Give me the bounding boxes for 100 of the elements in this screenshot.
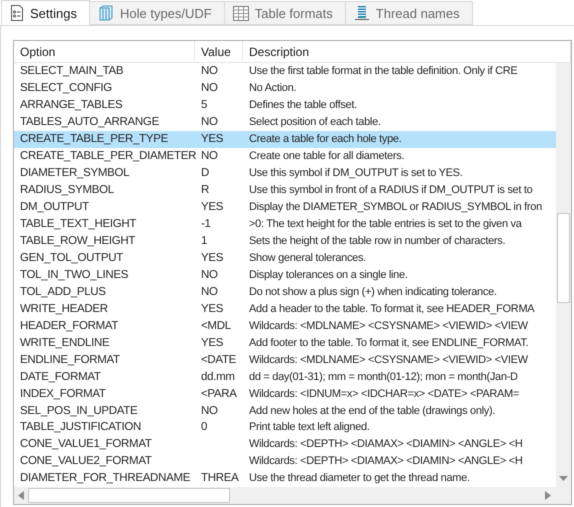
option-row[interactable]: GEN_TOL_OUTPUT YES Show general tolerances. [14, 249, 556, 266]
option-row[interactable]: DATE_FORMAT dd.mm dd = day(01-31); mm = month(01-12); mon = month(Jan-D [14, 368, 556, 386]
option-row[interactable]: TOL_ADD_PLUS NO Do not show a plus sign (+) when indicating tolerance. [14, 283, 556, 300]
document-list-icon [10, 5, 24, 21]
table-cell-text: 1 [200, 234, 208, 249]
table-cell-text: NO [200, 268, 219, 283]
table-cell-text: Select position of each table. [248, 115, 382, 130]
option-row[interactable]: INDEX_FORMAT <PARA Wildcards: <IDNUM=x> <IDCHAR=x> <DATE> <PARAM= [14, 385, 556, 402]
option-row[interactable]: TOL_IN_TWO_LINES NO Display tolerances on a single line. [14, 266, 556, 284]
tab[interactable]: Hole types/UDF [90, 1, 225, 25]
table-cell-text: Use the first table format in the table definition. Only if CRE [248, 64, 518, 80]
vertical-scrollbar[interactable] [556, 63, 571, 487]
table-cell-text: NO [200, 64, 219, 80]
table-cell-text: THREA [200, 471, 240, 486]
tab[interactable]: Thread names [346, 1, 473, 25]
option-row[interactable]: SELECT_MAIN_TAB NO Use the first table format in the table definition. Only if CRE [14, 63, 556, 80]
table-cell-text: ARRANGE_TABLES [19, 98, 124, 114]
table-cell-text: YES [200, 250, 224, 266]
table-cell-text: 5 [200, 98, 208, 114]
table-cell-text: YES [200, 132, 224, 148]
option-row[interactable]: ARRANGE_TABLES 5 Defines the table offset. [14, 96, 556, 114]
table-cell-text: Display the DIAMETER_SYMBOL or RADIUS_SYMBOL in fron [248, 200, 543, 216]
option-row[interactable]: ENDLINE_FORMAT <DATE Wildcards: <MDLNAME> <CSYSNAME> <VIEWID> <VIEW [14, 351, 556, 368]
option-row[interactable]: CREATE_TABLE_PER_DIAMETER NO Create one table for all diameters. [14, 148, 556, 165]
table-cell-text: -1 [200, 217, 212, 232]
tab[interactable]: Settings [1, 0, 90, 26]
table-cell-text: TABLES_AUTO_ARRANGE [19, 115, 160, 130]
table-cell-text: D [200, 166, 210, 182]
table-cell-text: Wildcards: <MDLNAME> <CSYSNAME> <VIEWID> <VIEW [248, 318, 529, 334]
option-row[interactable]: RADIUS_SYMBOL R Use this symbol in front of a RADIUS if DM_OUTPUT is set to [14, 182, 556, 199]
table-cell-text: Defines the table offset. [248, 98, 358, 114]
table-cell-text: Add a header to the table. To format it, see HEADER_FORMA [248, 302, 536, 317]
option-row[interactable]: HEADER_FORMAT <MDL Wildcards: <MDLNAME> <CSYSNAME> <VIEWID> <VIEW [14, 317, 556, 334]
table-cell-text: Use the thread diameter to get the thread name. [248, 471, 471, 486]
table-cell-text: Do not show a plus sign (+) when indicating tolerance. [248, 284, 498, 300]
table-cell-text: Add footer to the table. To format it, see ENDLINE_FORMAT. [248, 336, 530, 351]
left-arrow-icon[interactable] [18, 491, 24, 500]
table-cell-text: YES [200, 302, 224, 317]
option-row[interactable]: SELECT_CONFIG NO No Action. [14, 80, 556, 97]
table-cell-text: TOL_ADD_PLUS [19, 284, 107, 300]
column-header[interactable]: Option [14, 41, 195, 62]
table-cell-text: dd = day(01-31); mm = month(01-12); mon = month(Jan-D [248, 370, 519, 385]
table-cell-text: Use this symbol if DM_OUTPUT is set to YES. [248, 166, 464, 182]
option-row[interactable]: WRITE_HEADER YES Add a header to the table. To format it, see HEADER_FORMA [14, 300, 556, 318]
table-cell-text: YES [200, 336, 224, 351]
table-cell-text: SELECT_CONFIG [19, 81, 113, 96]
table-cell-text: Wildcards: <DEPTH> <DIAMAX> <DIAMIN> <ANGLE> <H [248, 454, 524, 470]
table-cell-text: Display tolerances on a single line. [248, 268, 409, 283]
table-cell-text: YES [200, 200, 224, 216]
table-cell-text: TABLE_TEXT_HEIGHT [19, 217, 138, 232]
table-cell-text: TOL_IN_TWO_LINES [19, 268, 130, 283]
table-cell-text: NO [200, 149, 219, 164]
option-row[interactable]: TABLE_TEXT_HEIGHT -1 >0: The text height for the table entries is set to the given va [14, 216, 556, 233]
table-cell-text: Create a table for each hole type. [248, 132, 402, 148]
table-cell-text: CREATE_TABLE_PER_TYPE [19, 132, 169, 148]
table-cell-text: SEL_POS_IN_UPDATE [19, 404, 138, 419]
table-cell-text: Show general tolerances. [248, 250, 367, 266]
option-row[interactable]: CREATE_TABLE_PER_TYPE YES Create a table for each hole type. [14, 130, 556, 148]
table-cell-text: R [200, 183, 210, 198]
table-cell-text: Sets the height of the table row in number of characters. [248, 234, 506, 249]
table-cell-text: HEADER_FORMAT [19, 318, 120, 334]
table-cell-text: DM_OUTPUT [19, 200, 90, 216]
column-header[interactable]: Description [243, 41, 571, 62]
down-arrow-icon[interactable] [559, 476, 568, 482]
table-cell-text: Use this symbol in front of a RADIUS if DM_OUTPUT is set to [248, 183, 534, 198]
option-row[interactable]: WRITE_ENDLINE YES Add footer to the table. To format it, see ENDLINE_FORMAT. [14, 334, 556, 352]
option-row[interactable]: CONE_VALUE2_FORMAT Wildcards: <DEPTH> <DIAMAX> <DIAMIN> <ANGLE> <H [14, 452, 556, 470]
scrollbar-thumb[interactable] [557, 213, 570, 303]
table-cell-text: RADIUS_SYMBOL [19, 183, 115, 198]
option-row[interactable]: DM_OUTPUT YES Display the DIAMETER_SYMBOL or RADIUS_SYMBOL in fron [14, 198, 556, 216]
tab[interactable]: Table formats [224, 1, 346, 25]
table-cell-text: CREATE_TABLE_PER_DIAMETER [19, 149, 195, 164]
horizontal-scrollbar[interactable] [14, 487, 571, 504]
table-cell-text: Create one table for all diameters. [248, 149, 406, 164]
table-cell-text: WRITE_ENDLINE [19, 336, 110, 351]
table-cell-text: NO [200, 81, 219, 96]
option-row[interactable]: SEL_POS_IN_UPDATE NO Add new holes at the end of the table (drawings only). [14, 402, 556, 420]
table-cell-text: Wildcards: <MDLNAME> <CSYSNAME> <VIEWID> <VIEW [248, 352, 529, 368]
column-header[interactable]: Value [195, 41, 243, 62]
option-row[interactable]: TABLE_ROW_HEIGHT 1 Sets the height of the table row in number of characters. [14, 232, 556, 250]
table-cell-text: <DATE [200, 352, 238, 368]
option-row[interactable]: TABLE_JUSTIFICATION 0 Print table text left aligned. [14, 419, 556, 436]
table-cell-text: DIAMETER_SYMBOL [19, 166, 130, 182]
table-cell-text: Print table text left aligned. [248, 420, 371, 436]
table-cell-text: DATE_FORMAT [19, 370, 102, 385]
option-row[interactable]: TABLES_AUTO_ARRANGE NO Select position of each table. [14, 114, 556, 131]
table-cell-text: <PARA [200, 386, 238, 402]
table-cell-text: DIAMETER_FOR_THREADNAME [19, 471, 192, 486]
right-arrow-icon[interactable] [545, 491, 551, 500]
scrollbar-thumb[interactable] [28, 488, 230, 503]
cylinder-icon [98, 5, 114, 21]
option-row[interactable]: CONE_VALUE1_FORMAT Wildcards: <DEPTH> <DIAMAX> <DIAMIN> <ANGLE> <H [14, 436, 556, 453]
table-cell-text: Add new holes at the end of the table (drawings only). [248, 404, 496, 419]
option-row[interactable]: DIAMETER_FOR_THREADNAME THREA Use the thread diameter to get the thread name. [14, 470, 556, 487]
table-cell-text: dd.mm [200, 370, 236, 385]
table-cell-text: >0: The text height for the table entries is set to the given va [248, 217, 523, 232]
option-row[interactable]: DIAMETER_SYMBOL D Use this symbol if DM_OUTPUT is set to YES. [14, 164, 556, 182]
table-cell-text: TABLE_JUSTIFICATION [19, 420, 142, 436]
table-cell-text: GEN_TOL_OUTPUT [19, 250, 124, 266]
table-cell-text: 0 [200, 420, 208, 436]
